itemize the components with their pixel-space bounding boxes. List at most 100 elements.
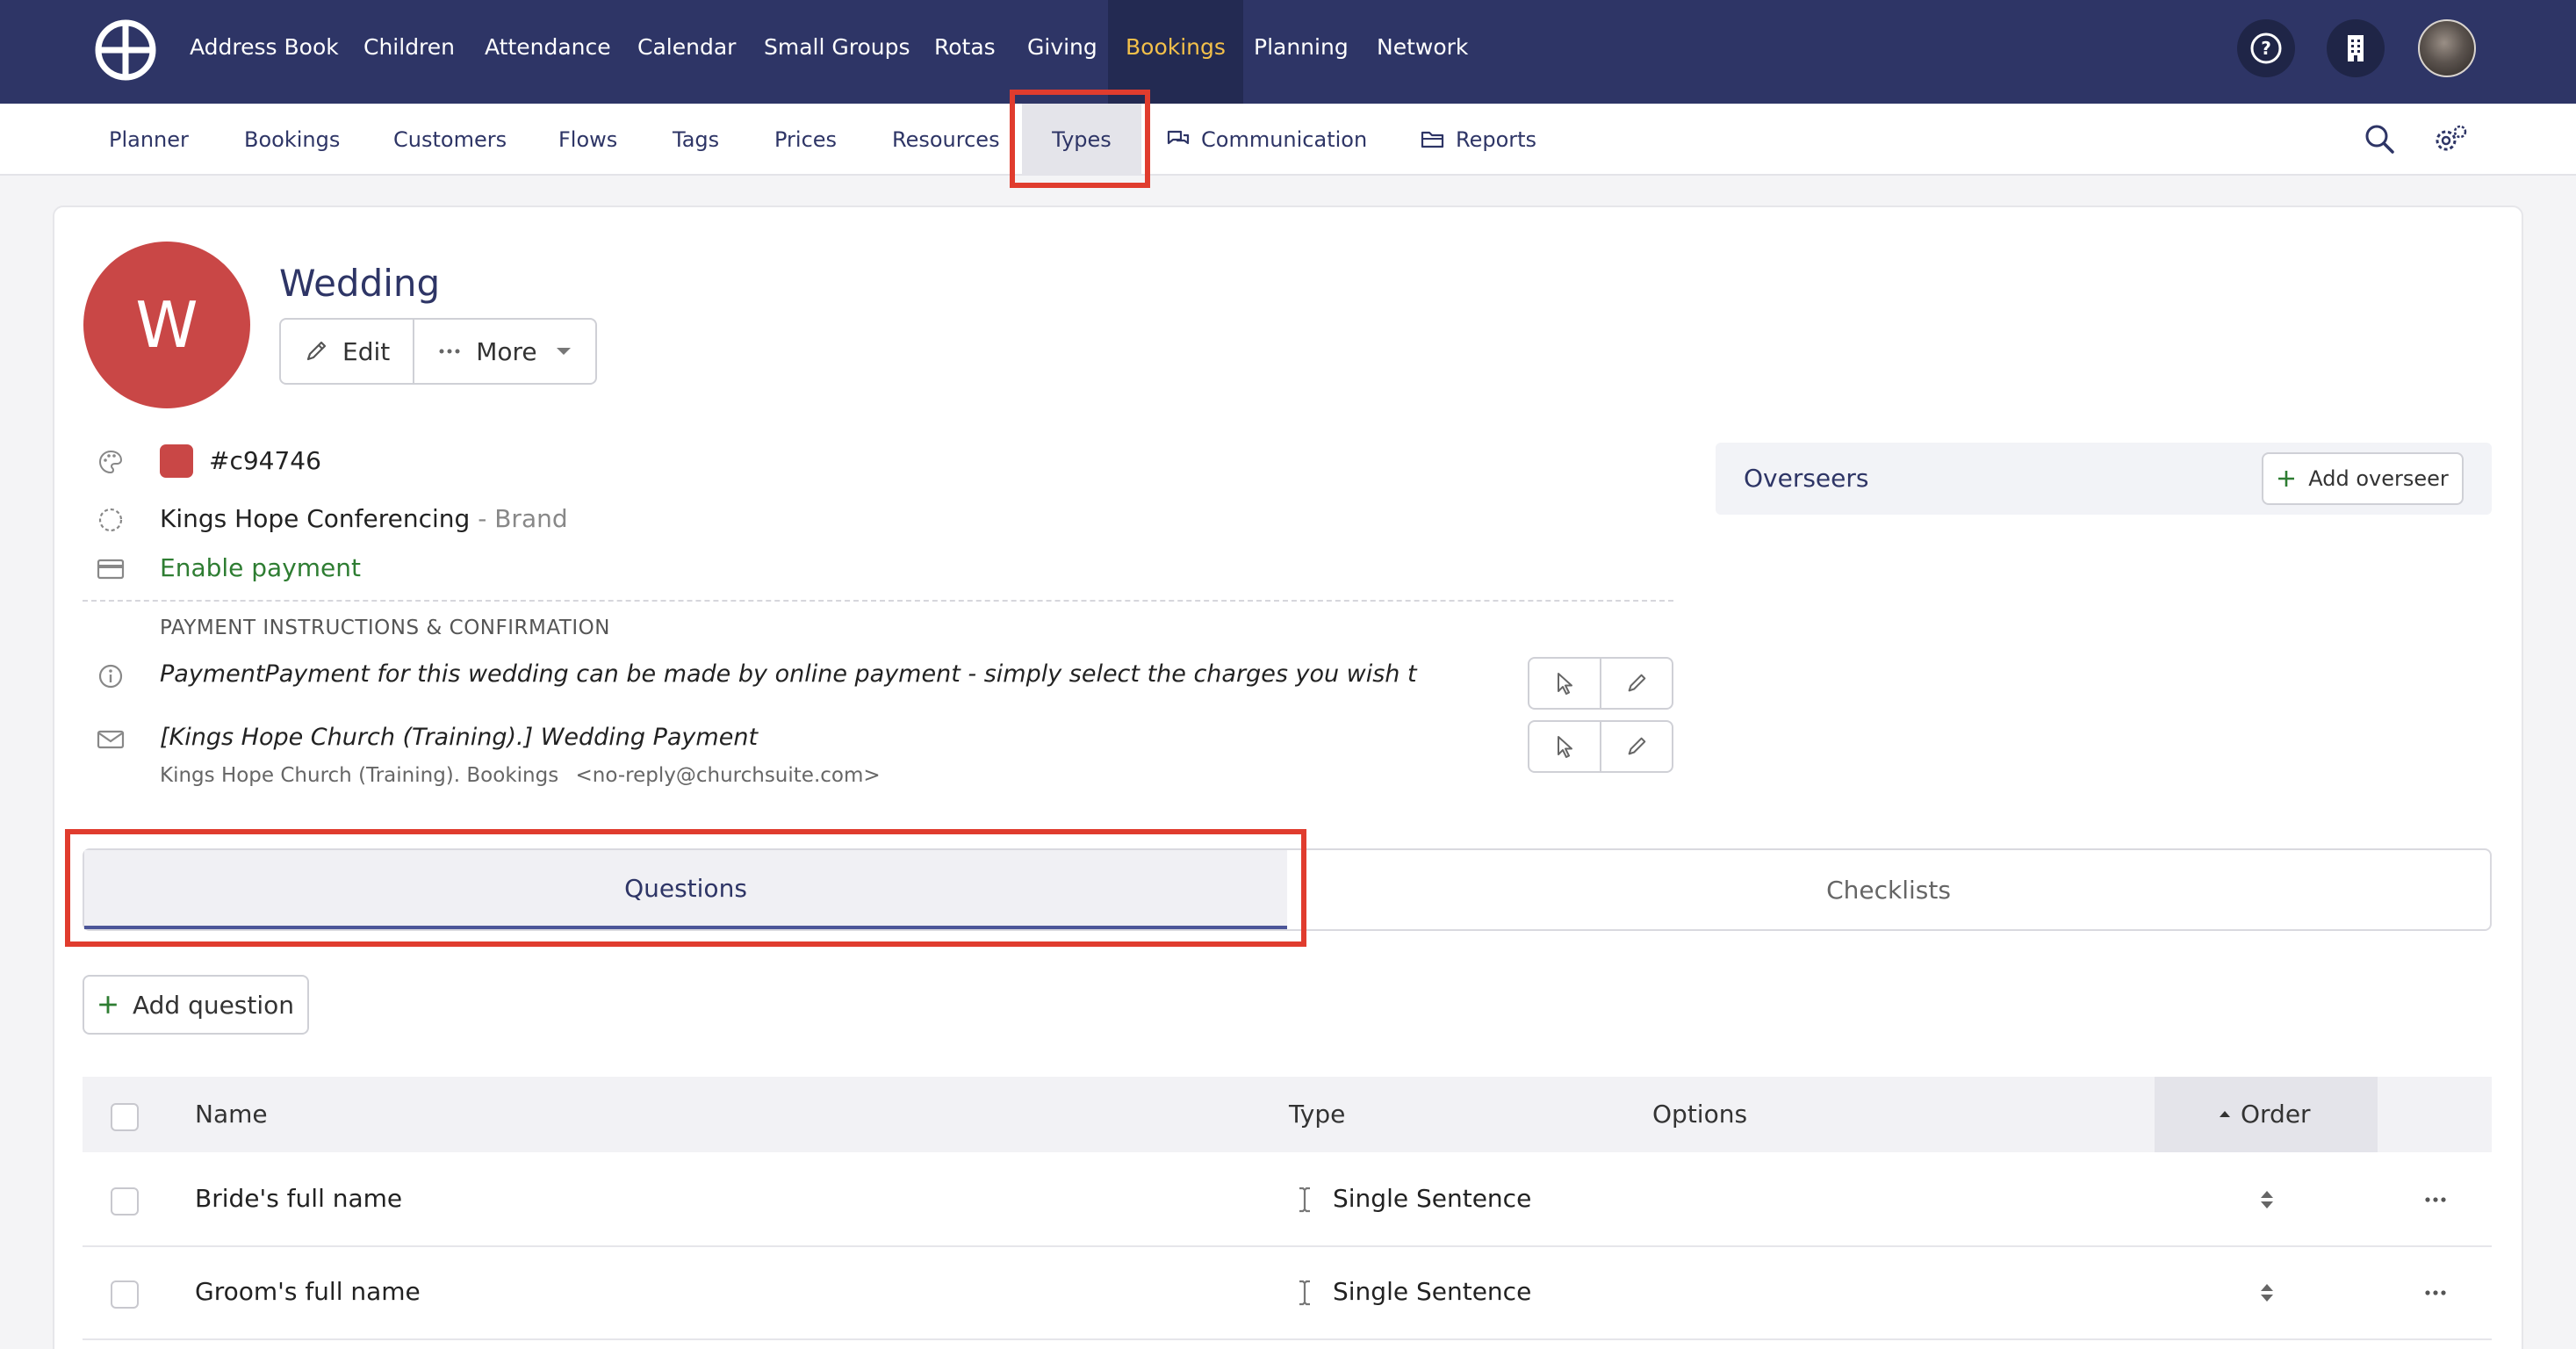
- email-actions: [1528, 720, 1673, 773]
- ellipsis-icon: [439, 349, 460, 354]
- topnav-attendance[interactable]: Attendance: [485, 0, 611, 104]
- type-avatar: W: [83, 242, 250, 408]
- subnav-planner[interactable]: Planner: [109, 104, 189, 176]
- enable-payment-link[interactable]: Enable payment: [160, 553, 361, 582]
- question-name[interactable]: Bride's full name: [195, 1184, 402, 1213]
- row-actions-ellipsis-icon[interactable]: [2423, 1186, 2448, 1214]
- settings-icon[interactable]: [2434, 121, 2469, 156]
- overseers-label: Overseers: [1744, 464, 1869, 493]
- topnav-giving[interactable]: Giving: [1027, 0, 1097, 104]
- text-cursor-icon: [1292, 1186, 1317, 1214]
- email-subject: [Kings Hope Church (Training).] Wedding …: [160, 724, 759, 751]
- info-icon: [97, 662, 125, 690]
- email-from: Kings Hope Church (Training). Bookings <…: [160, 764, 881, 787]
- topnav-calendar[interactable]: Calendar: [637, 0, 736, 104]
- questions-table-header: [83, 1077, 2492, 1152]
- question-name[interactable]: Groom's full name: [195, 1277, 421, 1306]
- svg-text:?: ?: [2261, 38, 2271, 59]
- subnav-resources[interactable]: Resources: [892, 104, 1000, 176]
- color-swatch: [160, 444, 193, 478]
- add-question-button[interactable]: Add question: [83, 975, 309, 1035]
- user-avatar[interactable]: [2418, 19, 2476, 77]
- building-icon[interactable]: [2327, 19, 2385, 77]
- topnav-rotas[interactable]: Rotas: [934, 0, 996, 104]
- instructions-edit-button[interactable]: [1600, 659, 1672, 708]
- payment-instructions: PaymentPayment for this wedding can be m…: [160, 660, 1417, 688]
- add-overseer-button[interactable]: Add overseer: [2262, 452, 2464, 505]
- plus-icon: [2278, 471, 2295, 487]
- pencil-icon: [306, 341, 327, 361]
- brand-row: Kings Hope Conferencing - Brand: [160, 504, 568, 533]
- select-all-checkbox[interactable]: [111, 1103, 139, 1131]
- subnav-tags[interactable]: Tags: [673, 104, 719, 176]
- topnav-network[interactable]: Network: [1377, 0, 1468, 104]
- topnav-small-groups[interactable]: Small Groups: [764, 0, 910, 104]
- tab-questions[interactable]: Questions: [84, 850, 1287, 929]
- email-from-address: <no-reply@churchsuite.com>: [575, 764, 881, 787]
- topnav-bookings[interactable]: Bookings: [1108, 0, 1243, 104]
- row-divider: [83, 1245, 2492, 1247]
- row-divider: [83, 1338, 2492, 1340]
- palette-icon: [97, 448, 125, 476]
- subnav-prices[interactable]: Prices: [774, 104, 837, 176]
- subnav-bookings[interactable]: Bookings: [244, 104, 340, 176]
- sort-asc-icon: [2220, 1111, 2230, 1117]
- email-preview-button[interactable]: [1529, 722, 1600, 771]
- search-icon[interactable]: [2362, 121, 2397, 156]
- instructions-actions: [1528, 657, 1673, 710]
- column-options[interactable]: Options: [1652, 1077, 1747, 1152]
- column-order-label: Order: [2241, 1100, 2311, 1129]
- column-order[interactable]: Order: [2218, 1077, 2311, 1152]
- topnav-children[interactable]: Children: [363, 0, 455, 104]
- text-cursor-icon: [1292, 1279, 1317, 1307]
- credit-card-icon: [97, 555, 125, 583]
- section-divider: [83, 600, 1673, 602]
- cursor-icon: [1558, 673, 1572, 695]
- chat-icon: [1167, 130, 1190, 145]
- payment-section-heading: PAYMENT INSTRUCTIONS & CONFIRMATION: [160, 617, 610, 639]
- caret-down-icon: [556, 348, 571, 355]
- row-checkbox[interactable]: [111, 1187, 139, 1216]
- mail-icon: [97, 725, 125, 754]
- title-actions: Edit More: [279, 318, 597, 385]
- tab-checklists[interactable]: Checklists: [1287, 850, 2490, 929]
- subnav-communication-label: Communication: [1201, 127, 1368, 152]
- more-button-label: More: [476, 336, 537, 366]
- brand-suffix: - Brand: [478, 504, 568, 533]
- column-name[interactable]: Name: [195, 1077, 268, 1152]
- sort-icon[interactable]: [2255, 1186, 2279, 1214]
- page-title: Wedding: [279, 262, 441, 305]
- subnav-reports[interactable]: Reports: [1421, 104, 1536, 176]
- more-button[interactable]: More: [413, 320, 594, 383]
- question-type: Single Sentence: [1333, 1184, 1532, 1213]
- subnav-customers[interactable]: Customers: [393, 104, 507, 176]
- subnav-reports-label: Reports: [1456, 127, 1537, 152]
- subnav-flows[interactable]: Flows: [558, 104, 617, 176]
- question-type: Single Sentence: [1333, 1277, 1532, 1306]
- cursor-icon: [1558, 736, 1572, 758]
- add-question-label: Add question: [132, 990, 295, 1020]
- add-overseer-label: Add overseer: [2308, 466, 2449, 491]
- edit-button[interactable]: Edit: [281, 320, 413, 383]
- folder-icon: [1421, 131, 1444, 148]
- row-actions-ellipsis-icon[interactable]: [2423, 1279, 2448, 1307]
- pencil-icon: [1628, 674, 1646, 692]
- email-edit-button[interactable]: [1600, 722, 1672, 771]
- topnav-planning[interactable]: Planning: [1254, 0, 1349, 104]
- topnav-address-book[interactable]: Address Book: [190, 0, 339, 104]
- sort-icon[interactable]: [2255, 1279, 2279, 1307]
- pencil-icon: [1628, 737, 1646, 755]
- subnav-types[interactable]: Types: [1022, 104, 1141, 176]
- row-checkbox[interactable]: [111, 1280, 139, 1309]
- instructions-preview-button[interactable]: [1529, 659, 1600, 708]
- help-icon[interactable]: ?: [2237, 19, 2295, 77]
- color-value: #c94746: [209, 446, 321, 475]
- plus-icon: [99, 996, 117, 1014]
- email-from-name: Kings Hope Church (Training). Bookings: [160, 764, 559, 787]
- edit-button-label: Edit: [342, 336, 391, 366]
- app-logo-icon[interactable]: [95, 19, 156, 81]
- circle-dashed-icon: [97, 506, 125, 534]
- column-type[interactable]: Type: [1289, 1077, 1345, 1152]
- brand-name[interactable]: Kings Hope Conferencing: [160, 504, 470, 533]
- subnav-communication[interactable]: Communication: [1166, 104, 1367, 176]
